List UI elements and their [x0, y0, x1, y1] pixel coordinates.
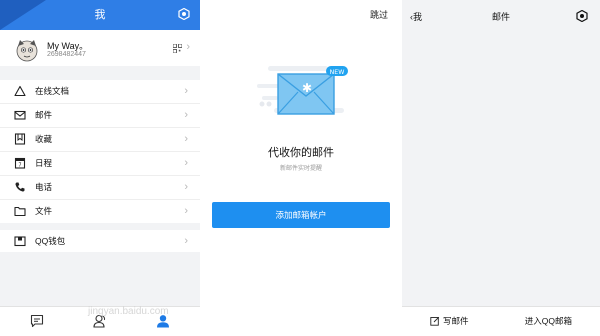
- menu-item-label: 日程: [35, 158, 53, 168]
- star-icon: ✱: [302, 81, 312, 95]
- calendar-icon: 7: [14, 157, 26, 169]
- mail-setup-subtitle: 新邮件实时提醒: [279, 166, 322, 172]
- mail-setup-title: 代收你的邮件: [268, 147, 334, 159]
- menu-item-label: 邮件: [35, 110, 53, 120]
- menu-item-files[interactable]: 文件 ›: [0, 200, 200, 223]
- qr-code-icon[interactable]: [173, 44, 182, 53]
- message-icon[interactable]: [30, 314, 44, 328]
- me-panel: 我 My Way。 2698482447 › 在线文档 › 邮件 › 收藏 › …: [0, 0, 200, 336]
- mail-panel: ‹我 邮件 写邮件 进入QQ邮箱: [402, 0, 600, 336]
- menu-item-label: QQ钱包: [35, 236, 66, 246]
- menu-item-phone[interactable]: 电话 ›: [0, 176, 200, 200]
- write-mail-label: 写邮件: [443, 316, 469, 326]
- write-mail-button[interactable]: 写邮件: [430, 315, 469, 327]
- chevron-right-icon: ›: [184, 157, 188, 169]
- menu-item-favorites[interactable]: 收藏 ›: [0, 128, 200, 152]
- chevron-right-icon: ›: [184, 109, 188, 121]
- mail-bottom-bar: 写邮件 进入QQ邮箱: [402, 306, 600, 336]
- add-mail-account-button[interactable]: 添加邮箱帐户: [212, 202, 390, 228]
- chevron-right-icon: ›: [184, 235, 188, 247]
- svg-text:7: 7: [18, 163, 21, 169]
- bookmark-icon: [14, 133, 26, 145]
- menu-item-qq-wallet[interactable]: QQ钱包 ›: [0, 230, 200, 252]
- wallet-icon: [14, 236, 26, 247]
- enter-qq-mail-button[interactable]: 进入QQ邮箱: [525, 315, 572, 327]
- new-mail-illustration: ✱ NEW: [257, 66, 348, 115]
- profile-id: 2698482447: [47, 51, 86, 58]
- phone-icon: [15, 182, 25, 192]
- menu-item-schedule[interactable]: 7 日程 ›: [0, 152, 200, 176]
- folder-icon: [14, 206, 26, 217]
- menu-item-online-docs[interactable]: 在线文档 ›: [0, 80, 200, 104]
- triangle-icon: [14, 85, 26, 97]
- chevron-right-icon: ›: [184, 85, 188, 97]
- me-header: 我: [0, 0, 200, 30]
- edit-icon: [430, 316, 440, 326]
- skip-button[interactable]: 跳过: [370, 8, 388, 21]
- chevron-right-icon: ›: [184, 181, 188, 193]
- watermark: jingyan.baidu.com: [88, 306, 169, 317]
- settings-icon[interactable]: [576, 10, 588, 22]
- mail-content-area: [402, 32, 600, 306]
- menu-item-mail[interactable]: 邮件 ›: [0, 104, 200, 128]
- me-menu: 在线文档 › 邮件 › 收藏 › 7 日程 › 电话 › 文件 ›: [0, 80, 200, 223]
- menu-item-label: 电话: [35, 182, 53, 192]
- menu-item-label: 在线文档: [35, 86, 70, 96]
- page-title: 邮件: [491, 12, 510, 22]
- chevron-right-icon: ›: [184, 205, 188, 217]
- new-badge: NEW: [330, 69, 345, 76]
- chevron-right-icon: ›: [186, 41, 190, 53]
- menu-item-label: 收藏: [35, 134, 53, 144]
- settings-icon[interactable]: [178, 8, 190, 20]
- mail-setup-panel: 跳过 ✱ NEW 代收你的邮件 新邮件实时提醒 添加邮箱帐户: [204, 0, 398, 336]
- menu-item-label: 文件: [35, 206, 53, 216]
- mail-header: ‹我 邮件: [402, 0, 600, 32]
- page-title: 我: [94, 9, 106, 21]
- profile-row[interactable]: My Way。 2698482447 ›: [0, 30, 200, 66]
- chevron-right-icon: ›: [184, 133, 188, 145]
- mail-icon: [14, 110, 26, 120]
- avatar[interactable]: [14, 37, 40, 63]
